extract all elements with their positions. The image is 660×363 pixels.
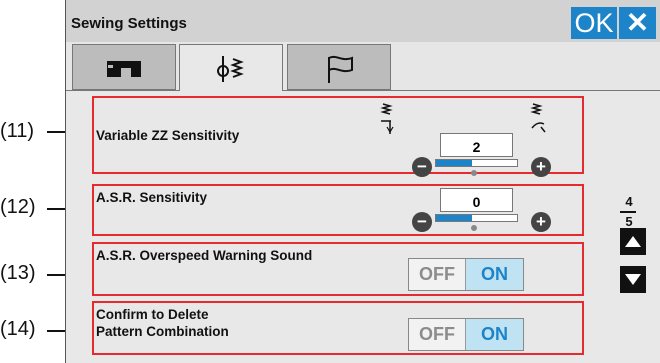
- ok-button[interactable]: OK: [571, 7, 617, 39]
- callout-12: (12): [0, 196, 36, 218]
- sewing-settings-screen: Sewing Settings OK ✕ Variable ZZ Sensiti…: [65, 0, 660, 363]
- callout-13: (13): [0, 262, 36, 284]
- confirm-delete-label-line2: Pattern Combination: [96, 324, 229, 339]
- variable-zz-plus-button[interactable]: +: [531, 157, 551, 177]
- zz-wide-icon: [530, 103, 546, 133]
- tab-sewing-settings[interactable]: [179, 44, 283, 91]
- variable-zz-slider[interactable]: [435, 159, 518, 167]
- confirm-delete-label-line1: Confirm to Delete: [96, 307, 209, 322]
- callout-11: (11): [0, 120, 35, 142]
- arrow-up-icon: [625, 236, 641, 247]
- variable-zz-center-dot: [471, 170, 477, 176]
- variable-zz-value: 2: [440, 133, 513, 157]
- asr-sensitivity-slider-fill: [436, 215, 473, 221]
- page-current: 4: [625, 194, 633, 209]
- asr-sensitivity-label: A.S.R. Sensitivity: [96, 190, 208, 205]
- page-title: Sewing Settings: [71, 15, 187, 32]
- asr-sensitivity-value: 0: [440, 188, 513, 212]
- confirm-delete-row: Confirm to Delete Pattern Combination OF…: [92, 301, 584, 355]
- close-button[interactable]: ✕: [619, 7, 656, 39]
- zz-narrow-icon: [380, 103, 394, 134]
- asr-sensitivity-row: A.S.R. Sensitivity 0 − +: [92, 184, 584, 236]
- asr-overspeed-toggle[interactable]: OFF ON: [408, 258, 524, 291]
- variable-zz-label: Variable ZZ Sensitivity: [96, 128, 240, 143]
- arrow-down-icon: [625, 274, 641, 285]
- page-down-button[interactable]: [620, 266, 646, 293]
- asr-overspeed-off-option[interactable]: OFF: [409, 259, 466, 290]
- variable-zz-slider-fill: [436, 160, 473, 166]
- confirm-delete-on-option[interactable]: ON: [466, 319, 523, 350]
- flag-icon: [328, 55, 353, 83]
- variable-zz-minus-button[interactable]: −: [412, 157, 432, 177]
- settings-content: Variable ZZ Sensitivity 2 − + A.S.R. Sen…: [66, 91, 660, 363]
- tab-machine-settings[interactable]: [72, 44, 176, 90]
- page-total: 5: [625, 214, 633, 229]
- asr-sensitivity-center-dot: [471, 225, 477, 231]
- stitch-icon: [217, 56, 244, 82]
- asr-sensitivity-slider[interactable]: [435, 214, 518, 222]
- asr-overspeed-label: A.S.R. Overspeed Warning Sound: [96, 248, 313, 263]
- page-divider: [620, 211, 636, 213]
- page-up-button[interactable]: [620, 228, 646, 255]
- asr-sensitivity-plus-button[interactable]: +: [531, 212, 551, 232]
- tab-general-settings[interactable]: [287, 44, 391, 90]
- title-bar: Sewing Settings OK ✕: [66, 0, 660, 42]
- callout-14: (14): [0, 318, 36, 340]
- asr-sensitivity-minus-button[interactable]: −: [412, 212, 432, 232]
- variable-zz-row: Variable ZZ Sensitivity 2 − +: [92, 96, 584, 177]
- sewing-machine-icon: [107, 61, 141, 77]
- confirm-delete-off-option[interactable]: OFF: [409, 319, 466, 350]
- asr-overspeed-on-option[interactable]: ON: [466, 259, 523, 290]
- asr-overspeed-row: A.S.R. Overspeed Warning Sound OFF ON: [92, 242, 584, 296]
- confirm-delete-toggle[interactable]: OFF ON: [408, 318, 524, 351]
